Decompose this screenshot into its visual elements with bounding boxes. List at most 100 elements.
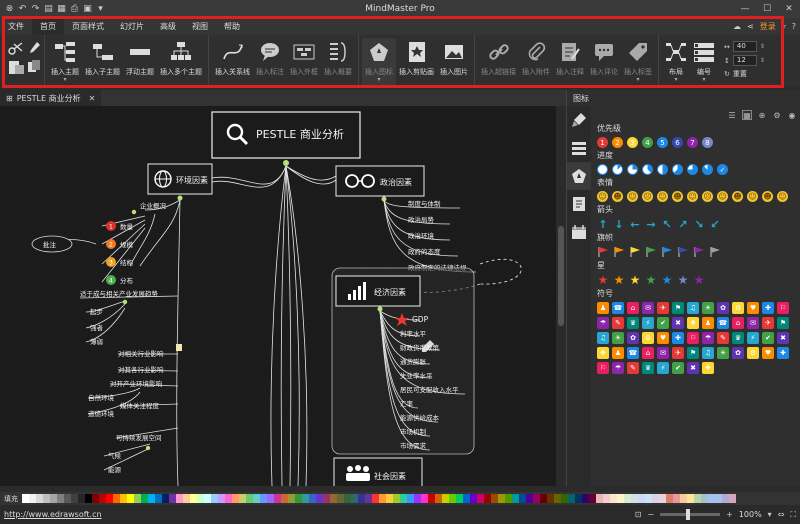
color-swatch[interactable]: [708, 494, 715, 503]
color-swatch[interactable]: [323, 494, 330, 503]
color-swatch[interactable]: [533, 494, 540, 503]
share-icon[interactable]: ⋖: [747, 22, 754, 31]
symbol-icon[interactable]: ♛: [627, 317, 639, 329]
color-swatch[interactable]: [400, 494, 407, 503]
shirt-icon[interactable]: ▿: [782, 22, 786, 31]
symbol-icon[interactable]: ♫: [687, 302, 699, 314]
grid-view-icon[interactable]: ▦: [742, 110, 752, 120]
color-swatch[interactable]: [78, 494, 85, 503]
insert-attachment-button[interactable]: 插入附件: [519, 38, 553, 86]
color-swatch[interactable]: [722, 494, 729, 503]
arrow-icon[interactable]: →: [645, 218, 657, 231]
color-swatch[interactable]: [449, 494, 456, 503]
minimize-icon[interactable]: —: [734, 0, 756, 18]
color-swatch[interactable]: [512, 494, 519, 503]
symbol-icon[interactable]: ✔: [672, 362, 684, 374]
insert-relation-button[interactable]: 插入关系线: [212, 38, 253, 86]
symbol-icon[interactable]: ♛: [642, 362, 654, 374]
open-folder-icon[interactable]: ▤: [43, 4, 54, 15]
flag-icon[interactable]: [597, 246, 609, 258]
star-icon[interactable]: ★: [693, 273, 705, 287]
symbol-icon[interactable]: ✉: [657, 347, 669, 359]
color-swatch[interactable]: [379, 494, 386, 503]
color-swatch[interactable]: [246, 494, 253, 503]
arrow-icon[interactable]: ↘: [693, 218, 705, 231]
symbol-icon[interactable]: ✉: [642, 302, 654, 314]
symbol-icon[interactable]: ✎: [627, 362, 639, 374]
symbol-icon[interactable]: ✎: [612, 317, 624, 329]
color-swatch[interactable]: [715, 494, 722, 503]
color-swatch[interactable]: [71, 494, 78, 503]
symbol-icon[interactable]: ⌂: [642, 347, 654, 359]
menu-item[interactable]: 帮助: [216, 18, 248, 35]
env-sub-item[interactable]: 薄弱: [90, 337, 103, 346]
fullscreen-icon[interactable]: ⛶: [790, 510, 796, 520]
symbol-icon[interactable]: ☎: [717, 317, 729, 329]
symbol-icon[interactable]: ✔: [762, 332, 774, 344]
symbol-icon[interactable]: ♥: [762, 347, 774, 359]
progress-icon[interactable]: [687, 164, 698, 175]
symbol-icon[interactable]: ✚: [762, 302, 774, 314]
priority-icon[interactable]: 3: [627, 137, 638, 148]
central-topic[interactable]: PESTLE 商业分析: [211, 111, 361, 166]
progress-icon[interactable]: [702, 164, 713, 175]
color-swatch[interactable]: [50, 494, 57, 503]
color-swatch[interactable]: [225, 494, 232, 503]
menu-item[interactable]: 首页: [32, 18, 64, 35]
color-swatch[interactable]: [288, 494, 295, 503]
flag-icon[interactable]: [661, 246, 673, 258]
zoom-level[interactable]: 100%: [739, 510, 762, 519]
color-swatch[interactable]: [610, 494, 617, 503]
env-right-item[interactable]: 媒体关注程度: [120, 401, 160, 410]
color-swatch[interactable]: [267, 494, 274, 503]
outline-tab[interactable]: [567, 134, 591, 162]
star-icon[interactable]: ★: [629, 273, 641, 287]
document-tab[interactable]: ⊞ PESTLE 商业分析 ✕: [0, 90, 102, 106]
spinner-arrows-icon[interactable]: ⇕: [760, 43, 765, 50]
symbol-icon[interactable]: ⌂: [732, 317, 744, 329]
color-swatch[interactable]: [596, 494, 603, 503]
env-sub-item[interactable]: 起步: [90, 308, 104, 316]
symbol-icon[interactable]: ☂: [612, 362, 624, 374]
color-swatch[interactable]: [470, 494, 477, 503]
color-swatch[interactable]: [421, 494, 428, 503]
flag-icon[interactable]: [709, 246, 721, 258]
symbol-icon[interactable]: ✈: [657, 302, 669, 314]
symbol-icon[interactable]: ✿: [717, 302, 729, 314]
insert-tag-button[interactable]: 插入标签 ▾: [621, 38, 655, 86]
color-swatch[interactable]: [358, 494, 365, 503]
symbol-icon[interactable]: ⚙: [642, 332, 654, 344]
emoji-icon[interactable]: ☹: [642, 191, 653, 202]
chevron-down-icon[interactable]: ▾: [636, 77, 639, 83]
color-swatch[interactable]: [162, 494, 169, 503]
symbol-icon[interactable]: ✈: [762, 317, 774, 329]
color-swatch[interactable]: [386, 494, 393, 503]
env-numbered-item[interactable]: 1 数量: [106, 221, 134, 231]
symbol-icon[interactable]: ☂: [597, 317, 609, 329]
emoji-icon[interactable]: ☻: [612, 191, 623, 202]
vertical-spacing-spinner[interactable]: 12: [732, 55, 757, 66]
insert-icon-button[interactable]: 插入图标 ▾: [362, 38, 396, 86]
color-swatch[interactable]: [316, 494, 323, 503]
zoom-out-icon[interactable]: −: [647, 510, 654, 519]
symbol-icon[interactable]: ⚑: [672, 302, 684, 314]
color-swatch[interactable]: [729, 494, 736, 503]
color-swatch[interactable]: [176, 494, 183, 503]
politics-topic[interactable]: 政治因素: [335, 165, 425, 202]
politics-item[interactable]: 政治局势: [408, 215, 435, 224]
login-link[interactable]: 登录: [760, 21, 776, 32]
star-icon[interactable]: ★: [661, 273, 673, 287]
economy-topic[interactable]: 经济因素: [335, 275, 421, 312]
color-swatch[interactable]: [309, 494, 316, 503]
chevron-down-icon[interactable]: ▾: [63, 77, 66, 83]
progress-icon[interactable]: [642, 164, 653, 175]
symbol-icon[interactable]: ☀: [717, 347, 729, 359]
color-swatch[interactable]: [624, 494, 631, 503]
economy-item[interactable]: 财政货币政策: [400, 343, 440, 352]
user-icon-add[interactable]: ⊕: [757, 110, 767, 120]
color-swatch[interactable]: [414, 494, 421, 503]
zoom-in-icon[interactable]: +: [726, 510, 733, 519]
color-swatches[interactable]: [22, 494, 736, 503]
color-swatch[interactable]: [477, 494, 484, 503]
color-swatch[interactable]: [36, 494, 43, 503]
